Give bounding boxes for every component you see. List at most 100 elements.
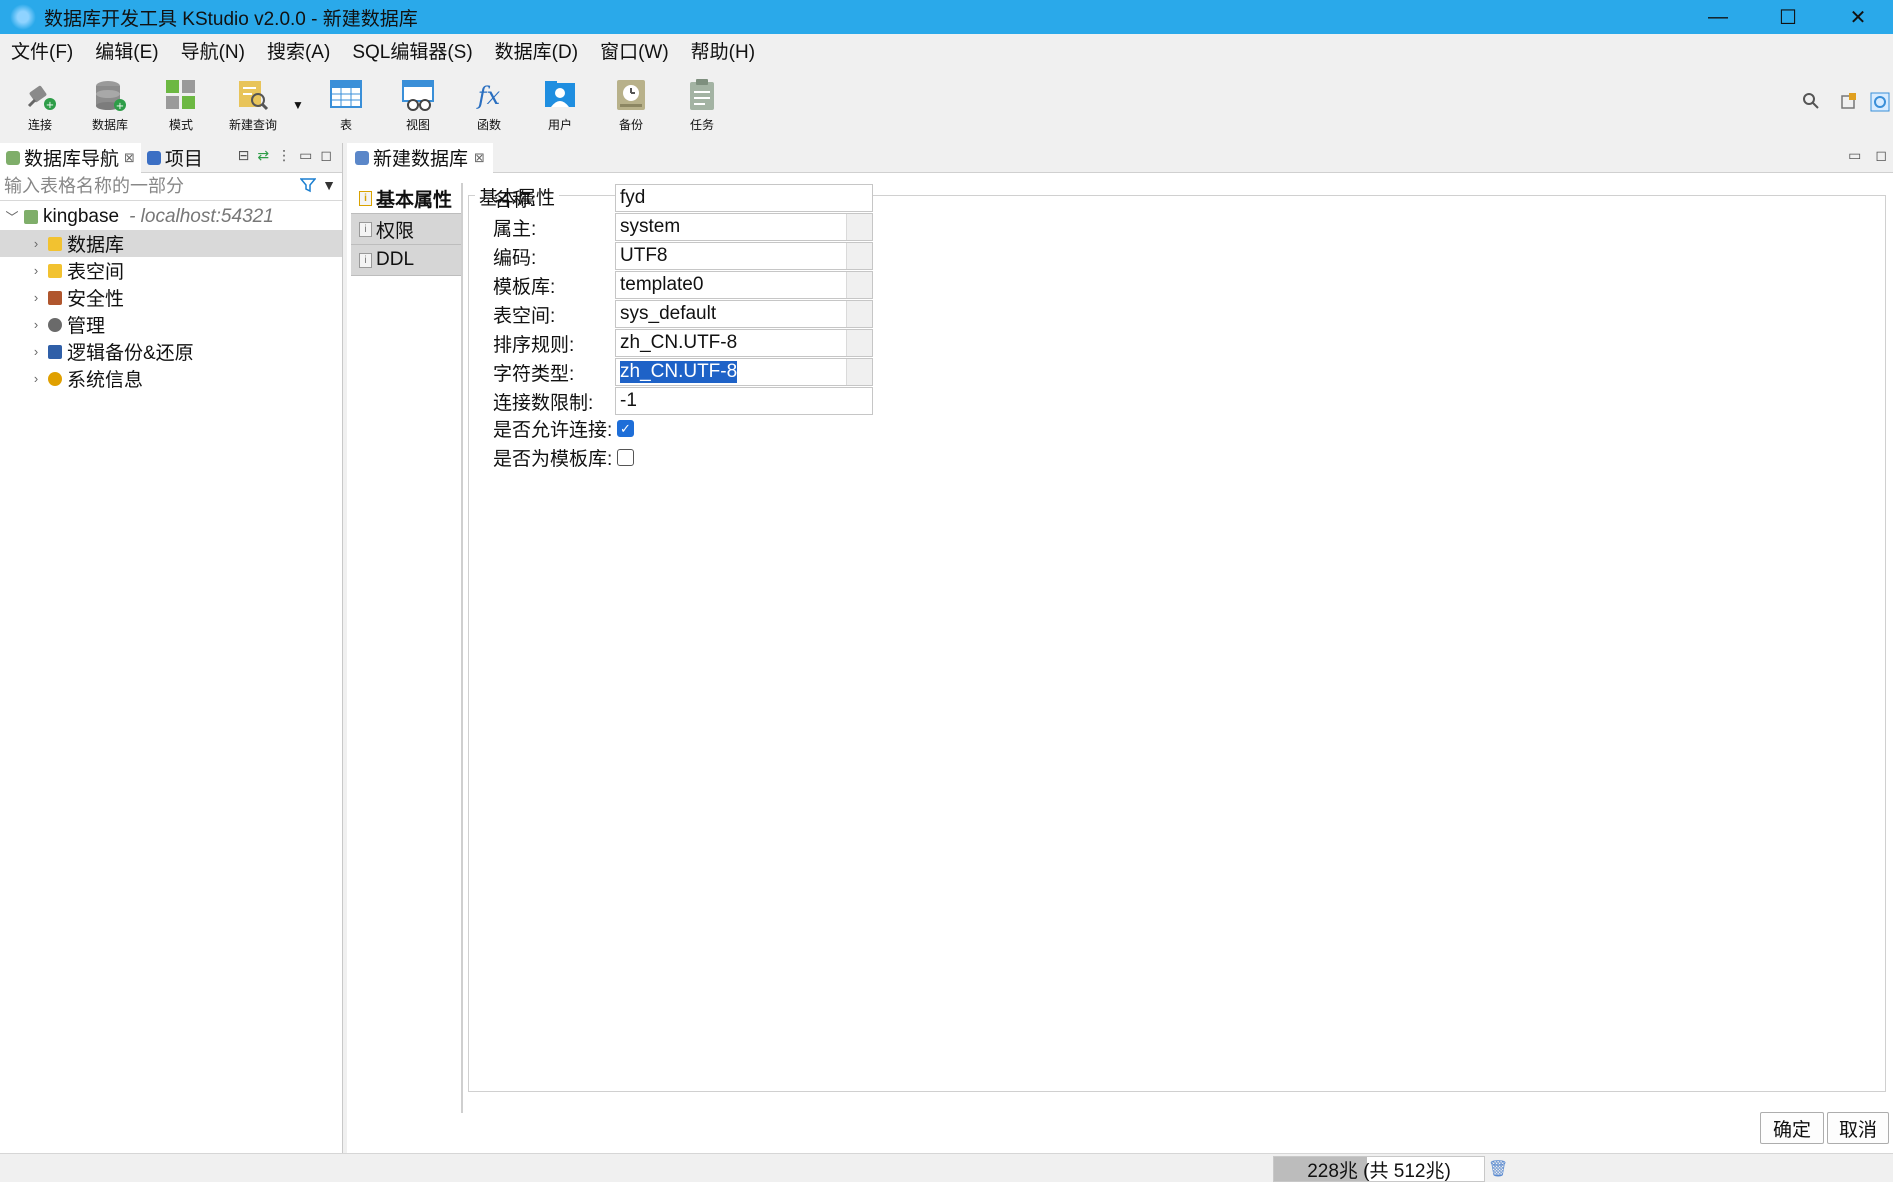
- template-select[interactable]: template0: [615, 271, 873, 299]
- close-button[interactable]: ✕: [1823, 0, 1893, 34]
- close-tab-icon[interactable]: ⊠: [474, 150, 485, 166]
- task-button[interactable]: 任务: [669, 72, 735, 140]
- new-query-label: 新建查询: [228, 118, 277, 132]
- menu-edit[interactable]: 编辑(E): [84, 38, 169, 68]
- tree-item-tablespaces[interactable]: › 表空间: [0, 257, 342, 284]
- name-input[interactable]: fyd: [615, 184, 873, 212]
- ctype-select[interactable]: zh_CN.UTF-8: [615, 358, 873, 386]
- tree-item-kingbase[interactable]: ﹀ kingbase - localhost:54321: [0, 203, 342, 230]
- tab-database-navigator-label: 数据库导航: [24, 149, 120, 170]
- expand-arrow-icon[interactable]: ›: [28, 263, 44, 278]
- close-tab-icon[interactable]: ⊠: [124, 150, 135, 166]
- trash-icon[interactable]: 🗑: [1488, 1159, 1508, 1179]
- tree-item-backup-restore[interactable]: › 逻辑备份&还原: [0, 338, 342, 365]
- folder-icon: [48, 263, 62, 278]
- expand-arrow-icon[interactable]: ›: [28, 290, 44, 305]
- new-query-button[interactable]: 新建查询: [220, 72, 286, 140]
- tab-new-database[interactable]: 新建数据库 ⊠: [347, 142, 493, 173]
- expand-arrow-icon[interactable]: ›: [28, 236, 44, 251]
- collation-row: 排序规则: zh_CN.UTF-8: [493, 329, 873, 357]
- backup-button[interactable]: 备份: [598, 72, 664, 140]
- owner-label: 属主:: [493, 218, 537, 240]
- menu-navigate[interactable]: 导航(N): [170, 38, 256, 68]
- collapse-all-icon[interactable]: ⊟: [238, 147, 250, 164]
- new-query-icon: [236, 78, 270, 112]
- filter-icon[interactable]: [299, 177, 317, 196]
- tree-item-security[interactable]: › 安全性: [0, 284, 342, 311]
- connection-host: - localhost:54321: [129, 205, 274, 227]
- tree-item-management[interactable]: › 管理: [0, 311, 342, 338]
- maximize-button[interactable]: ☐: [1753, 0, 1823, 34]
- new-view-button[interactable]: 视图: [385, 72, 451, 140]
- owner-select[interactable]: system: [615, 213, 873, 241]
- minimize-panel-icon[interactable]: ▭: [299, 147, 312, 164]
- tab-basic-properties-label: 基本属性: [376, 189, 453, 211]
- expand-arrow-icon[interactable]: ›: [28, 371, 44, 386]
- schema-label: 模式: [168, 118, 193, 132]
- view-menu-icon[interactable]: ⋮: [277, 147, 291, 164]
- menu-help[interactable]: 帮助(H): [680, 38, 766, 68]
- link-editor-icon[interactable]: ⇄: [257, 147, 269, 164]
- minimize-button[interactable]: —: [1683, 0, 1753, 34]
- expand-arrow-icon[interactable]: ﹀: [4, 207, 20, 226]
- minimize-editor-icon[interactable]: ▭: [1848, 147, 1861, 164]
- table-filter-input[interactable]: [0, 173, 290, 200]
- editor-side-tabs: i 基本属性 i 权限 i DDL: [351, 183, 463, 276]
- status-bar: 228兆 (共 512兆) 🗑: [0, 1153, 1893, 1182]
- gear-icon: [48, 317, 62, 332]
- cancel-button[interactable]: 取消: [1827, 1112, 1889, 1144]
- tree-item-system-info[interactable]: › 系统信息: [0, 365, 342, 392]
- encoding-select[interactable]: UTF8: [615, 242, 873, 270]
- tab-database-navigator[interactable]: 数据库导航 ⊠: [0, 142, 141, 173]
- connect-button[interactable]: + 连接: [7, 72, 73, 140]
- menu-window[interactable]: 窗口(W): [589, 38, 680, 68]
- ddl-icon: i: [359, 252, 372, 268]
- open-perspective-icon[interactable]: [1840, 92, 1858, 115]
- allow-connections-label: 是否允许连接:: [493, 419, 613, 441]
- new-schema-button[interactable]: 模式: [148, 72, 214, 140]
- connection-limit-label: 连接数限制:: [493, 392, 594, 414]
- connect-label: 连接: [27, 118, 52, 132]
- dropdown-arrow-icon: [846, 243, 872, 269]
- dropdown-arrow-icon: [846, 214, 872, 240]
- dropdown-arrow-icon: [846, 359, 872, 385]
- template-label: 模板库:: [493, 276, 556, 298]
- tree-item-label: 数据库: [67, 235, 125, 256]
- tab-basic-properties[interactable]: i 基本属性: [351, 183, 463, 214]
- perspective-icon[interactable]: [1870, 92, 1890, 117]
- filter-dropdown-icon[interactable]: ▼: [322, 177, 336, 196]
- menu-database[interactable]: 数据库(D): [484, 38, 589, 68]
- new-user-button[interactable]: 用户: [527, 72, 593, 140]
- maximize-panel-icon[interactable]: ◻: [320, 147, 332, 164]
- expand-arrow-icon[interactable]: ›: [28, 344, 44, 359]
- menu-sql-editor[interactable]: SQL编辑器(S): [341, 38, 483, 68]
- database-tab-icon: [355, 150, 369, 165]
- tab-privileges[interactable]: i 权限: [351, 214, 463, 245]
- connection-limit-input[interactable]: -1: [615, 387, 873, 415]
- search-icon[interactable]: [1802, 92, 1820, 115]
- tree-item-databases[interactable]: › 数据库: [0, 230, 342, 257]
- tree-item-label: 管理: [67, 316, 106, 337]
- maximize-editor-icon[interactable]: ◻: [1875, 147, 1887, 164]
- menu-file[interactable]: 文件(F): [0, 38, 84, 68]
- new-function-button[interactable]: fx 函数: [456, 72, 522, 140]
- tab-ddl[interactable]: i DDL: [351, 245, 463, 276]
- window-title: 数据库开发工具 KStudio v2.0.0 - 新建数据库: [44, 8, 418, 30]
- tablespace-select[interactable]: sys_default: [615, 300, 873, 328]
- collation-label: 排序规则:: [493, 334, 575, 356]
- ok-button[interactable]: 确定: [1760, 1112, 1824, 1144]
- tab-project[interactable]: 项目: [141, 143, 209, 173]
- expand-arrow-icon[interactable]: ›: [28, 317, 44, 332]
- navigator-tree: ﹀ kingbase - localhost:54321 › 数据库 › 表空间…: [0, 201, 342, 392]
- new-table-button[interactable]: 表: [313, 72, 379, 140]
- dropdown-arrow-icon: [846, 301, 872, 327]
- is-template-checkbox[interactable]: [617, 448, 634, 466]
- allow-connections-checkbox[interactable]: ✓: [617, 419, 634, 437]
- collation-select[interactable]: zh_CN.UTF-8: [615, 329, 873, 357]
- memory-indicator: 228兆 (共 512兆): [1273, 1156, 1485, 1182]
- new-query-dropdown-icon[interactable]: ▼: [292, 98, 304, 112]
- menu-search[interactable]: 搜索(A): [256, 38, 341, 68]
- new-database-button[interactable]: + 数据库: [77, 72, 143, 140]
- main-toolbar: + 连接 + 数据库 模式 新建查询 ▼ 表 视图 fx 函数 用户 备份 任务: [0, 72, 1893, 140]
- navigator-tabs: 数据库导航 ⊠ 项目 ⊟ ⇄ ⋮ ▭ ◻: [0, 142, 342, 173]
